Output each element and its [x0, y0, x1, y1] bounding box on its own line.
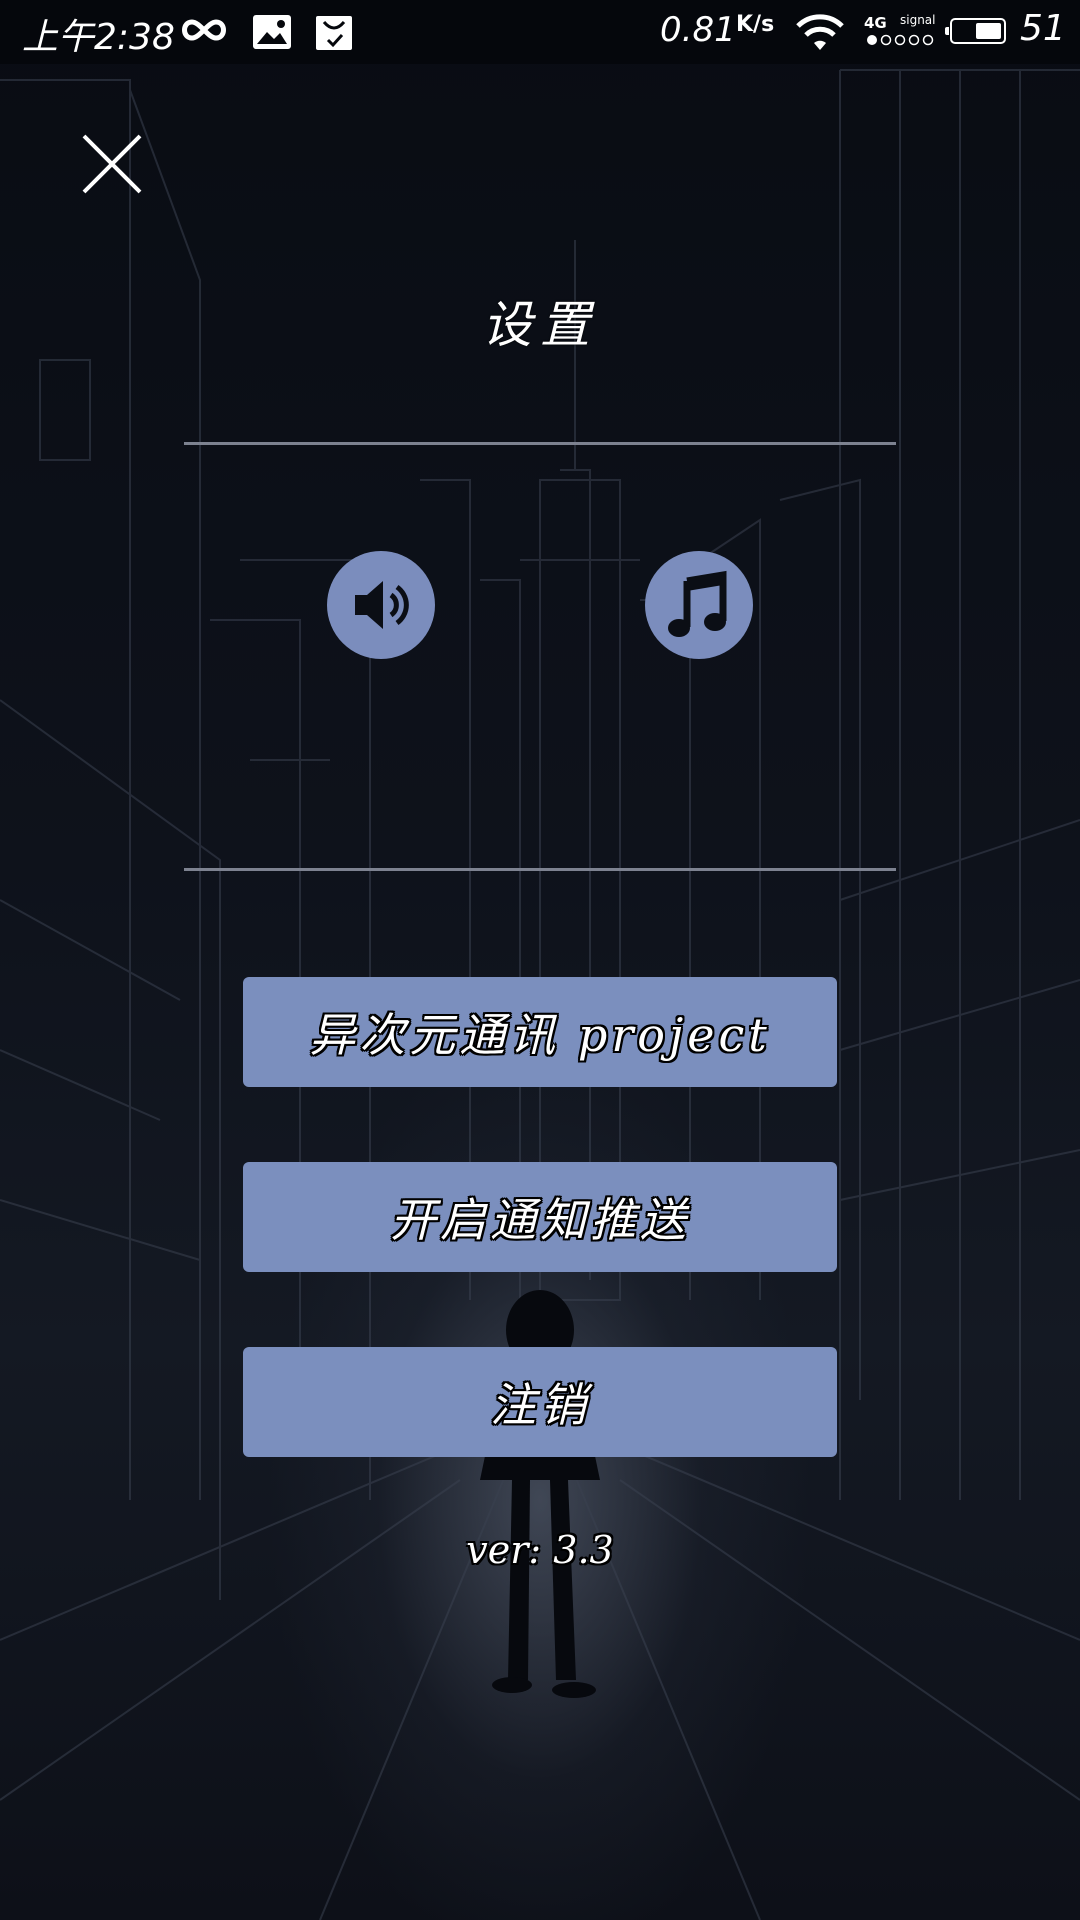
- version-label: ver: 3.3: [466, 1528, 614, 1572]
- net-speed-unit: K/s: [736, 12, 775, 37]
- music-note-icon: [668, 570, 727, 637]
- battery-icon: [945, 18, 1006, 44]
- battery-level: 51: [1020, 8, 1066, 49]
- music-toggle-button[interactable]: [645, 551, 753, 659]
- close-icon[interactable]: [80, 132, 144, 196]
- divider-top: [184, 442, 896, 445]
- logout-button[interactable]: 注销: [243, 1347, 837, 1457]
- infinity-icon: [182, 19, 226, 41]
- signal-label: signal: [900, 13, 936, 27]
- status-time: 上午2:38: [22, 17, 175, 58]
- net-speed: 0.81: [660, 10, 736, 50]
- page-title: 设置: [482, 296, 598, 354]
- image-notification-icon: [253, 15, 291, 49]
- enable-push-notification-button[interactable]: 开启通知推送: [243, 1162, 837, 1272]
- status-bar: 上午2:38 0.81 K/s 4G signal 51: [0, 0, 1080, 64]
- signal-strength-icon: [867, 34, 934, 46]
- bag-notification-icon: [316, 16, 352, 50]
- speaker-icon: [355, 581, 409, 629]
- sound-toggle-button[interactable]: [327, 551, 435, 659]
- wifi-icon: [796, 14, 844, 50]
- settings-panel: 设置 异次元通讯 project 开启通知推送 注销 ver: 3.3: [0, 0, 1080, 1920]
- network-type: 4G: [864, 14, 887, 32]
- divider-bottom: [184, 868, 896, 871]
- dimension-comm-project-button[interactable]: 异次元通讯 project: [243, 977, 837, 1087]
